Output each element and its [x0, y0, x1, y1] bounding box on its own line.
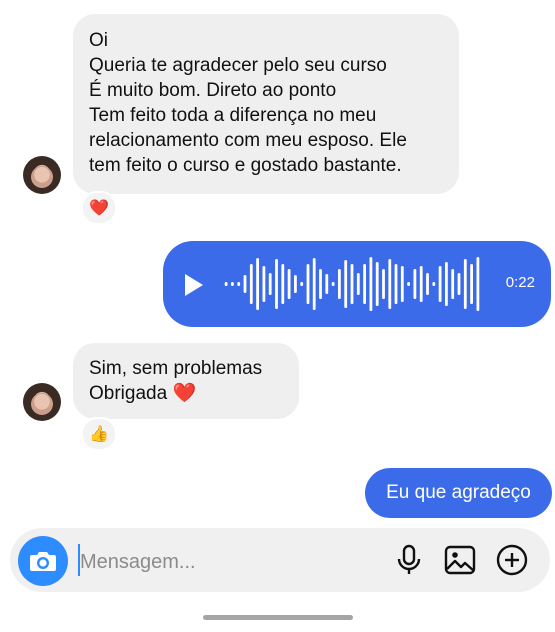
waveform-bar [426, 273, 429, 295]
waveform-bar [407, 282, 410, 286]
waveform-bar [287, 269, 291, 299]
waveform-bar [363, 264, 366, 304]
heart-icon: ❤️ [89, 200, 109, 217]
waveform-bar [224, 282, 228, 286]
waveform-bar [476, 257, 480, 311]
message-line: relacionamento com meu esposo. Ele [89, 130, 407, 151]
waveform-bar [237, 282, 241, 286]
outgoing-message-bubble[interactable]: Eu que agradeço [365, 468, 552, 518]
waveform-bar [451, 269, 455, 299]
waveform-bar [344, 260, 348, 308]
voice-duration: 0:22 [505, 274, 535, 291]
contact-avatar[interactable] [23, 156, 61, 194]
waveform-bar [281, 264, 285, 304]
waveform-bar [268, 273, 272, 295]
waveform-bar [400, 266, 404, 302]
waveform-bar [262, 266, 266, 302]
waveform-bar [445, 262, 448, 306]
message-line: Oi [89, 30, 108, 51]
waveform-bar [294, 275, 297, 293]
incoming-message-bubble[interactable]: Oi Queria te agradecer pelo seu curso É … [73, 14, 459, 194]
message-line: É muito bom. Direto ao ponto [89, 80, 337, 101]
play-icon[interactable] [185, 274, 203, 296]
message-line: tem feito o curso e gostado bastante. [89, 155, 402, 176]
waveform-bar [243, 275, 247, 293]
waveform-bar [249, 264, 253, 304]
contact-avatar[interactable] [23, 383, 61, 421]
waveform-bar [394, 264, 398, 304]
thumbs-up-reaction[interactable]: 👍 [81, 417, 117, 451]
waveform-bar [463, 259, 467, 309]
waveform-bar [306, 264, 310, 304]
waveform [224, 257, 480, 311]
incoming-message-bubble[interactable]: Sim, sem problemas Obrigada ❤️ [73, 343, 299, 419]
camera-icon [30, 552, 56, 571]
waveform-bar [432, 282, 436, 286]
message-composer [10, 528, 550, 592]
message-line: Queria te agradecer pelo seu curso [89, 55, 387, 76]
waveform-bar [231, 282, 234, 286]
waveform-bar [356, 273, 360, 295]
waveform-bar [300, 282, 304, 286]
message-text: Eu que agradeço [386, 482, 531, 503]
voice-message-bubble[interactable]: 0:22 [163, 241, 551, 327]
heart-reaction[interactable]: ❤️ [81, 191, 117, 225]
microphone-icon[interactable] [392, 543, 426, 577]
waveform-bar [413, 269, 417, 299]
waveform-bar [350, 264, 354, 304]
waveform-bar [325, 274, 329, 294]
thumbs-up-icon: 👍 [89, 426, 109, 443]
waveform-bar [382, 269, 385, 299]
message-input[interactable] [78, 546, 382, 578]
waveform-bar [319, 269, 322, 299]
message-line: Tem feito toda a diferença no meu [89, 105, 377, 126]
camera-button[interactable] [18, 536, 68, 586]
waveform-bar [457, 273, 461, 295]
waveform-bar [312, 258, 316, 310]
waveform-bar [388, 259, 392, 309]
waveform-bar [256, 258, 259, 310]
message-line: Obrigada ❤️ [89, 383, 197, 404]
plus-icon[interactable] [495, 543, 529, 577]
waveform-bar [470, 264, 473, 304]
waveform-bar [275, 259, 278, 309]
waveform-bar [419, 266, 423, 302]
waveform-bar [369, 257, 373, 311]
gallery-icon[interactable] [443, 543, 477, 577]
waveform-bar [331, 282, 335, 286]
waveform-bar [338, 269, 341, 299]
waveform-bar [438, 266, 442, 302]
waveform-bar [375, 262, 379, 306]
message-line: Sim, sem problemas [89, 358, 263, 379]
home-indicator[interactable] [203, 615, 353, 620]
